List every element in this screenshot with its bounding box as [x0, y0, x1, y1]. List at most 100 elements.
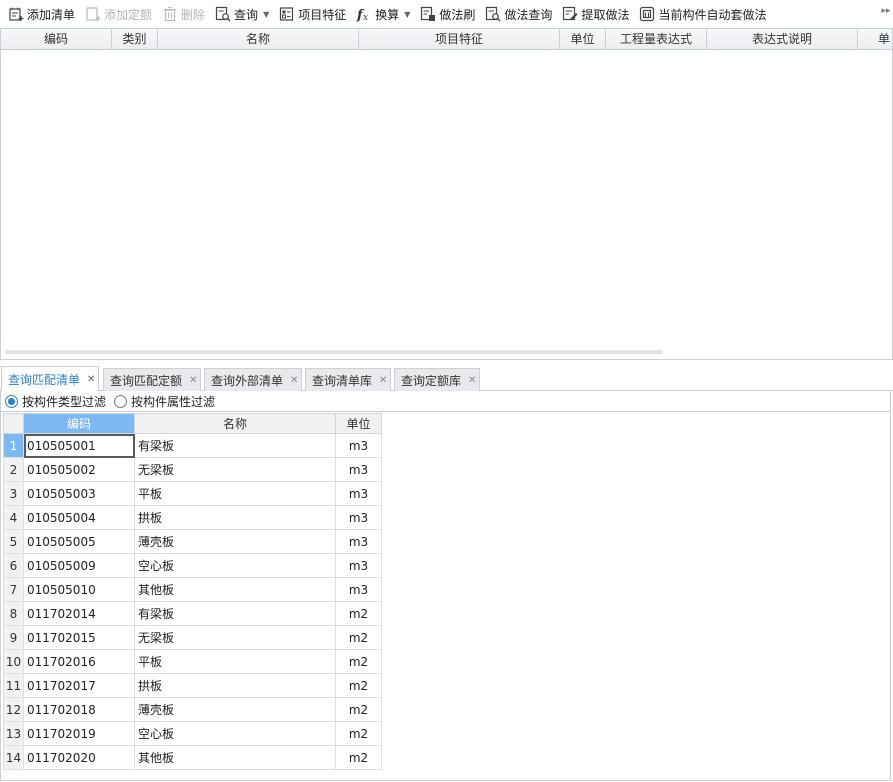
name-cell[interactable]: 平板: [134, 649, 336, 674]
unit-cell[interactable]: m3: [335, 481, 382, 506]
unit-cell[interactable]: m2: [335, 697, 382, 722]
table-row[interactable]: 13 011702019 空心板 m2: [3, 721, 382, 746]
name-cell[interactable]: 薄壳板: [134, 529, 336, 554]
name-cell[interactable]: 拱板: [134, 505, 336, 530]
column-header-feature[interactable]: 项目特征: [359, 29, 560, 49]
row-number-cell[interactable]: 9: [3, 625, 24, 650]
column-header-name[interactable]: 名称: [158, 29, 359, 49]
item-feature-button[interactable]: 项目特征: [276, 2, 349, 26]
table-row[interactable]: 8 011702014 有梁板 m2: [3, 601, 382, 626]
name-cell[interactable]: 无梁板: [134, 625, 336, 650]
name-cell[interactable]: 其他板: [134, 577, 336, 602]
convert-button[interactable]: fx 换算 ▼: [353, 2, 413, 26]
table-row[interactable]: 3 010505003 平板 m3: [3, 481, 382, 506]
code-cell[interactable]: 010505009: [23, 553, 135, 578]
column-header-name[interactable]: 名称: [134, 413, 336, 434]
row-number-cell[interactable]: 11: [3, 673, 24, 698]
row-number-cell[interactable]: 7: [3, 577, 24, 602]
code-cell[interactable]: 010505005: [23, 529, 135, 554]
column-header-expression-note[interactable]: 表达式说明: [707, 29, 858, 49]
column-header-quantity-expression[interactable]: 工程量表达式: [606, 29, 707, 49]
code-cell[interactable]: 010505010: [23, 577, 135, 602]
table-row[interactable]: 10 011702016 平板 m2: [3, 649, 382, 674]
unit-cell[interactable]: m2: [335, 673, 382, 698]
table-row[interactable]: 1 010505001 有梁板 m3: [3, 433, 382, 458]
code-cell[interactable]: 010505003: [23, 481, 135, 506]
unit-cell[interactable]: m3: [335, 505, 382, 530]
horizontal-scrollbar[interactable]: [5, 350, 663, 354]
unit-cell[interactable]: m2: [335, 601, 382, 626]
column-header-code[interactable]: 编码: [23, 413, 135, 434]
filter-by-component-attribute-radio[interactable]: 按构件属性过滤: [114, 393, 215, 410]
row-number-cell[interactable]: 12: [3, 697, 24, 722]
row-number-cell[interactable]: 6: [3, 553, 24, 578]
extract-method-button[interactable]: 提取做法: [559, 2, 632, 26]
row-number-cell[interactable]: 14: [3, 745, 24, 770]
name-cell[interactable]: 平板: [134, 481, 336, 506]
table-row[interactable]: 5 010505005 薄壳板 m3: [3, 529, 382, 554]
row-number-cell[interactable]: 5: [3, 529, 24, 554]
table-row[interactable]: 14 011702020 其他板 m2: [3, 745, 382, 770]
unit-cell[interactable]: m3: [335, 529, 382, 554]
column-header-category[interactable]: 类别: [112, 29, 158, 49]
unit-cell[interactable]: m3: [335, 457, 382, 482]
table-row[interactable]: 12 011702018 薄壳板 m2: [3, 697, 382, 722]
code-cell[interactable]: 011702015: [23, 625, 135, 650]
code-cell[interactable]: 011702018: [23, 697, 135, 722]
code-cell[interactable]: 011702017: [23, 673, 135, 698]
row-number-cell[interactable]: 3: [3, 481, 24, 506]
column-header-unit-price[interactable]: 单: [858, 29, 892, 49]
row-number-header[interactable]: [3, 413, 24, 434]
method-brush-button[interactable]: 做法刷: [417, 2, 478, 26]
name-cell[interactable]: 其他板: [134, 745, 336, 770]
close-icon[interactable]: ✕: [468, 375, 476, 386]
column-header-unit[interactable]: 单位: [335, 413, 382, 434]
close-icon[interactable]: ✕: [290, 375, 298, 386]
unit-cell[interactable]: m3: [335, 553, 382, 578]
row-number-cell[interactable]: 10: [3, 649, 24, 674]
unit-cell[interactable]: m2: [335, 625, 382, 650]
column-header-code[interactable]: 编码: [1, 29, 112, 49]
row-number-cell[interactable]: 2: [3, 457, 24, 482]
code-cell[interactable]: 010505001: [23, 433, 135, 458]
unit-cell[interactable]: m3: [335, 433, 382, 458]
table-row[interactable]: 9 011702015 无梁板 m2: [3, 625, 382, 650]
unit-cell[interactable]: m2: [335, 649, 382, 674]
row-number-cell[interactable]: 13: [3, 721, 24, 746]
close-icon[interactable]: ✕: [87, 374, 95, 385]
tab-query-quota-library[interactable]: 查询定额库 ✕: [394, 368, 480, 391]
name-cell[interactable]: 有梁板: [134, 601, 336, 626]
name-cell[interactable]: 空心板: [134, 553, 336, 578]
auto-apply-method-button[interactable]: 当前构件自动套做法: [636, 2, 769, 26]
close-icon[interactable]: ✕: [379, 375, 387, 386]
tab-query-external-list[interactable]: 查询外部清单 ✕: [204, 368, 302, 391]
filter-by-component-type-radio[interactable]: 按构件类型过滤: [5, 393, 106, 410]
add-quota-button[interactable]: 添加定额: [82, 2, 155, 26]
name-cell[interactable]: 有梁板: [134, 433, 336, 458]
query-button[interactable]: 查询 ▼: [212, 2, 272, 26]
method-query-button[interactable]: 做法查询: [482, 2, 555, 26]
unit-cell[interactable]: m3: [335, 577, 382, 602]
tab-query-list-library[interactable]: 查询清单库 ✕: [305, 368, 391, 391]
tab-query-matched-quota[interactable]: 查询匹配定额 ✕: [103, 368, 201, 391]
table-row[interactable]: 7 010505010 其他板 m3: [3, 577, 382, 602]
name-cell[interactable]: 空心板: [134, 721, 336, 746]
unit-cell[interactable]: m2: [335, 721, 382, 746]
code-cell[interactable]: 010505002: [23, 457, 135, 482]
delete-button[interactable]: 删除: [159, 2, 208, 26]
tab-query-matched-list[interactable]: 查询匹配清单 ✕: [1, 366, 99, 392]
table-row[interactable]: 11 011702017 拱板 m2: [3, 673, 382, 698]
table-row[interactable]: 4 010505004 拱板 m3: [3, 505, 382, 530]
code-cell[interactable]: 010505004: [23, 505, 135, 530]
name-cell[interactable]: 拱板: [134, 673, 336, 698]
table-row[interactable]: 2 010505002 无梁板 m3: [3, 457, 382, 482]
table-row[interactable]: 6 010505009 空心板 m3: [3, 553, 382, 578]
code-cell[interactable]: 011702019: [23, 721, 135, 746]
toolbar-overflow-icon[interactable]: ▸▸: [881, 6, 891, 16]
add-list-button[interactable]: 添加清单: [5, 2, 78, 26]
code-cell[interactable]: 011702016: [23, 649, 135, 674]
code-cell[interactable]: 011702020: [23, 745, 135, 770]
unit-cell[interactable]: m2: [335, 745, 382, 770]
column-header-unit[interactable]: 单位: [560, 29, 606, 49]
name-cell[interactable]: 无梁板: [134, 457, 336, 482]
